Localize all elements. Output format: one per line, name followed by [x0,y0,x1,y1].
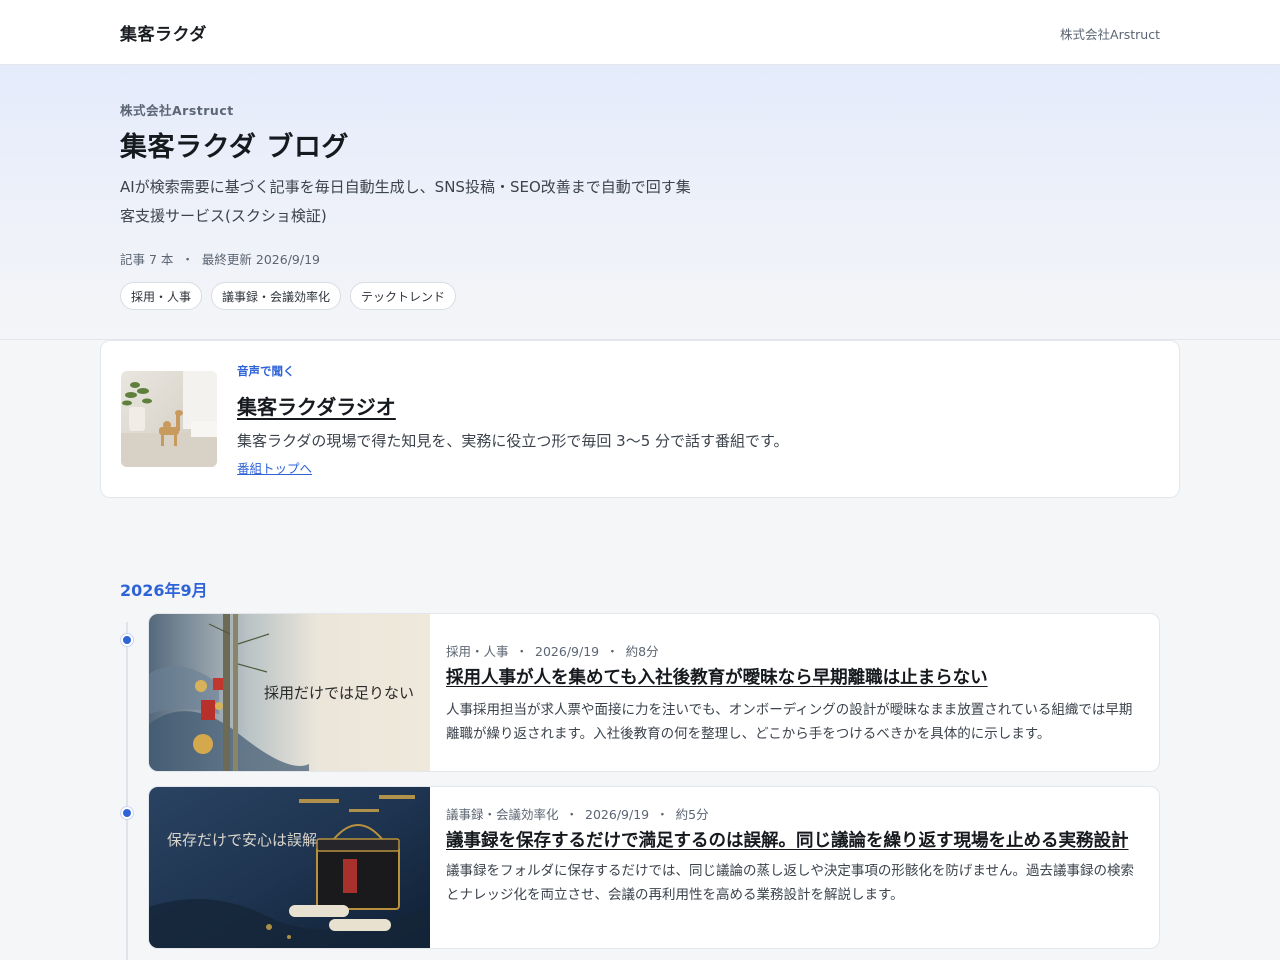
radio-thumbnail-image [121,371,217,467]
radio-thumbnail[interactable] [121,371,217,467]
radio-title-link[interactable]: 集客ラクダラジオ [237,391,396,420]
hero-description: AIが検索需要に基づく記事を毎日自動生成し、SNS投稿・SEO改善まで自動で回す… [120,178,691,225]
post-meta: 議事録・会議効率化・ 2026/9/19 ・約5分 [446,804,1143,823]
last-updated: 最終更新 2026/9/19 [201,252,320,267]
post-date: 2026/9/19 [585,807,650,822]
page-title: 集客ラクダ ブログ [120,132,349,163]
post-thumbnail-caption: 保存だけで安心は誤解 [167,831,317,849]
post-title-link[interactable]: 議事録を保存するだけで満足するのは誤解。同じ議論を繰り返す現場を止める実務設計 [446,828,1143,855]
post-date: 2026/9/19 [535,644,600,659]
meta-separator: ・ [656,807,669,822]
post-body: 議事録・会議効率化・ 2026/9/19 ・約5分 議事録を保存するだけで満足するの… [446,804,1143,907]
post-thumbnail-image: 保存だけで安心は誤解 [149,787,430,948]
post-meta: 採用・人事・ 2026/9/19 ・約8分 [446,641,1143,660]
tag-list: 採用・人事 議事録・会議効率化 テックトレンド [120,282,457,310]
hero-meta: 記事 7 本・最終更新 2026/9/19 [120,249,320,268]
meta-separator: ・ [606,644,619,659]
timeline-dot [121,807,133,819]
post-category: 議事録・会議効率化 [446,807,559,822]
hero-eyebrow: 株式会社Arstruct [120,103,234,118]
post-card[interactable]: 保存だけで安心は誤解 議事録・会議効率化・ 2026/9/19 ・約5分 議事録を保… [148,786,1160,949]
radio-label: 音声で聞く [237,364,295,378]
post-read-time: 約5分 [675,807,709,822]
post-thumbnail-caption: 採用だけでは足りない [264,684,414,702]
tag-meeting-minutes[interactable]: 議事録・会議効率化 [211,282,342,310]
tag-tech-trends[interactable]: テックトレンド [350,282,457,310]
post-thumbnail-image: 採用だけでは足りない [149,614,430,771]
tag-recruiting[interactable]: 採用・人事 [120,282,203,310]
meta-separator: ・ [181,252,194,267]
article-count: 記事 7 本 [120,252,174,267]
post-card[interactable]: 採用だけでは足りない 採用・人事・ 2026/9/19 ・約8分 採用人事が人を集め… [148,613,1160,772]
post-thumbnail: 採用だけでは足りない [149,614,430,771]
post-title-link[interactable]: 採用人事が人を集めても入社後教育が曖昧なら早期離職は止まらない [446,665,1143,692]
brand-logo[interactable]: 集客ラクダ [120,20,207,45]
post-excerpt: 人事採用担当が求人票や面接に力を注いでも、オンボーディングの設計が曖昧なまま放置… [446,702,1133,742]
post-category: 採用・人事 [446,644,509,659]
post-thumbnail: 保存だけで安心は誤解 [149,787,430,948]
top-nav: 集客ラクダ 株式会社Arstruct [0,0,1280,65]
post-body: 採用・人事・ 2026/9/19 ・約8分 採用人事が人を集めても入社後教育が曖昧な… [446,641,1143,746]
radio-description: 集客ラクダの現場で得た知見を、実務に役立つ形で毎回 3〜5 分で話す番組です。 [237,432,789,450]
company-link[interactable]: 株式会社Arstruct [1060,24,1160,43]
post-excerpt: 議事録をフォルダに保存するだけでは、同じ議論の蒸し返しや決定事項の形骸化を防げま… [446,863,1134,903]
month-heading: 2026年9月 [120,581,208,600]
radio-card: 音声で聞く 集客ラクダラジオ 集客ラクダの現場で得た知見を、実務に役立つ形で毎回… [100,340,1180,498]
timeline-dot [121,634,133,646]
post-read-time: 約8分 [625,644,659,659]
meta-separator: ・ [565,807,579,822]
hero-section: 株式会社Arstruct 集客ラクダ ブログ AIが検索需要に基づく記事を毎日自… [0,65,1280,340]
radio-top-link[interactable]: 番組トップへ [237,458,312,477]
meta-separator: ・ [515,644,529,659]
timeline-line [126,622,128,960]
